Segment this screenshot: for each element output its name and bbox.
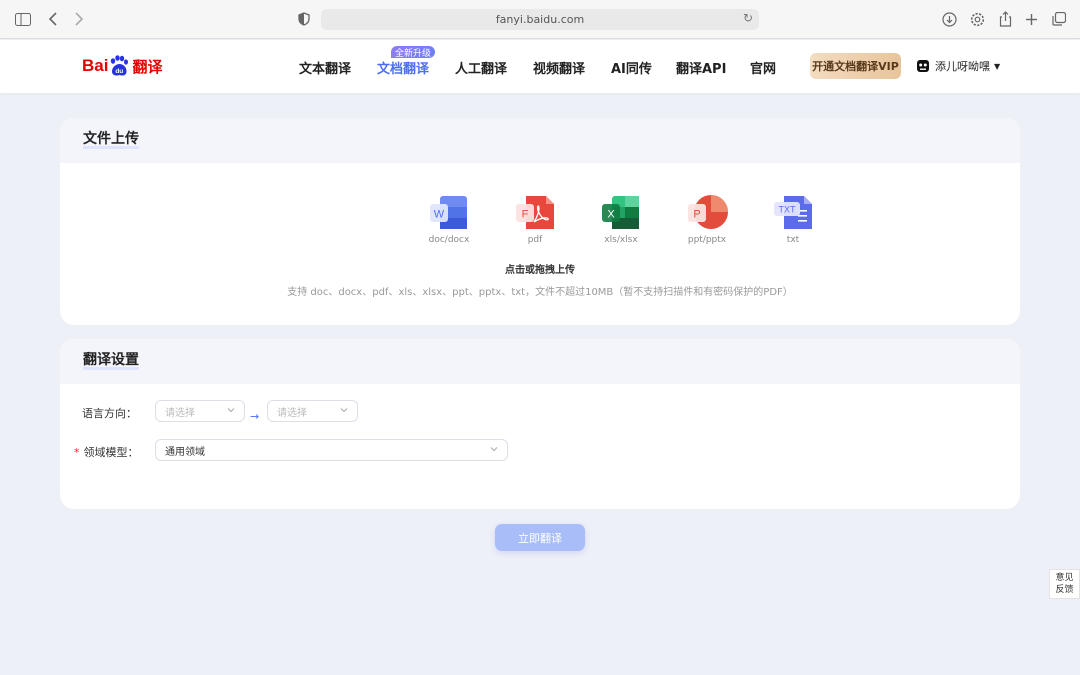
upload-card: 文件上传 W doc/docx F pdf X xls/xlsx P ppt/p… bbox=[60, 118, 1020, 325]
nav-ai-interpretation[interactable]: AI同传 bbox=[611, 58, 652, 77]
nav-official-site[interactable]: 官网 bbox=[750, 58, 776, 77]
settings-card: 翻译设置 语言方向： 请选择 → 请选择 * 领域模型： 通用领域 bbox=[60, 339, 1020, 509]
tab-overview-icon[interactable] bbox=[1049, 9, 1069, 29]
file-type-txt: TXT txt bbox=[750, 194, 836, 245]
upload-dropzone-text[interactable]: 点击或拖拽上传 bbox=[60, 261, 1020, 276]
chevron-down-icon bbox=[340, 408, 348, 413]
ppt-icon: P bbox=[688, 195, 728, 229]
file-type-ppt: P ppt/pptx bbox=[664, 194, 750, 245]
privacy-shield-icon[interactable] bbox=[294, 9, 314, 29]
required-asterisk: * bbox=[74, 446, 80, 459]
language-direction-label: 语言方向： bbox=[82, 407, 137, 420]
svg-text:TXT: TXT bbox=[779, 205, 797, 215]
avatar-icon bbox=[916, 59, 930, 73]
excel-icon: X bbox=[602, 196, 639, 229]
upload-title: 文件上传 bbox=[83, 131, 139, 149]
domain-model-label: * 领域模型： bbox=[74, 446, 139, 459]
pdf-icon: F bbox=[516, 196, 554, 229]
file-type-list[interactable]: W doc/docx F pdf X xls/xlsx P ppt/pptx T… bbox=[406, 194, 836, 245]
feedback-button[interactable]: 意见 反馈 bbox=[1049, 569, 1080, 599]
reload-icon[interactable]: ↻ bbox=[743, 11, 753, 25]
baidu-fanyi-logo[interactable]: Bai du 翻译 bbox=[82, 53, 162, 79]
chevron-down-icon bbox=[227, 408, 235, 413]
new-tab-icon[interactable] bbox=[1021, 9, 1041, 29]
nav-text-translation[interactable]: 文本翻译 bbox=[299, 58, 351, 77]
upload-hint: 支持 doc、docx、pdf、xls、xlsx、ppt、pptx、txt，文件… bbox=[287, 287, 793, 298]
new-upgrade-badge: 全新升级 bbox=[391, 46, 435, 59]
svg-text:du: du bbox=[116, 68, 124, 75]
settings-card-header: 翻译设置 bbox=[60, 339, 1020, 384]
settings-title: 翻译设置 bbox=[83, 352, 139, 370]
browser-toolbar: fanyi.baidu.com ↻ bbox=[0, 0, 1080, 39]
domain-model-select[interactable]: 通用领域 bbox=[155, 439, 508, 461]
nav-translation-api[interactable]: 翻译API bbox=[676, 58, 726, 77]
share-icon[interactable] bbox=[995, 9, 1015, 29]
back-icon[interactable] bbox=[43, 9, 63, 29]
svg-text:F: F bbox=[522, 209, 529, 221]
nav-human-translation[interactable]: 人工翻译 bbox=[455, 58, 507, 77]
address-bar[interactable]: fanyi.baidu.com ↻ bbox=[321, 9, 759, 30]
arrow-right-icon: → bbox=[250, 410, 260, 423]
file-type-pdf: F pdf bbox=[492, 194, 578, 245]
svg-text:W: W bbox=[434, 209, 445, 221]
username: 添儿呀呦嘿 bbox=[935, 60, 990, 73]
downloads-icon[interactable] bbox=[939, 9, 959, 29]
txt-icon: TXT bbox=[774, 196, 812, 229]
upload-card-header: 文件上传 bbox=[60, 118, 1020, 163]
url-text: fanyi.baidu.com bbox=[495, 13, 585, 26]
source-language-select[interactable]: 请选择 bbox=[155, 400, 245, 422]
baidu-paw-icon: du bbox=[109, 55, 129, 77]
word-icon: W bbox=[430, 196, 467, 229]
settings-gear-icon[interactable] bbox=[967, 9, 987, 29]
file-type-word: W doc/docx bbox=[406, 194, 492, 245]
sidebar-toggle-icon[interactable] bbox=[13, 9, 33, 29]
nav-document-translation[interactable]: 文档翻译 bbox=[377, 58, 429, 77]
forward-icon[interactable] bbox=[69, 9, 89, 29]
translate-now-button[interactable]: 立即翻译 bbox=[495, 524, 585, 551]
chevron-down-icon bbox=[490, 447, 498, 452]
caret-down-icon: ▼ bbox=[994, 61, 1001, 71]
vip-upgrade-button[interactable]: 开通文档翻译VIP bbox=[810, 53, 901, 79]
file-type-excel: X xls/xlsx bbox=[578, 194, 664, 245]
svg-text:P: P bbox=[693, 209, 700, 221]
nav-video-translation[interactable]: 视频翻译 bbox=[533, 58, 585, 77]
svg-text:X: X bbox=[607, 209, 615, 221]
target-language-select[interactable]: 请选择 bbox=[267, 400, 358, 422]
user-menu[interactable]: 添儿呀呦嘿 ▼ bbox=[916, 58, 1000, 74]
